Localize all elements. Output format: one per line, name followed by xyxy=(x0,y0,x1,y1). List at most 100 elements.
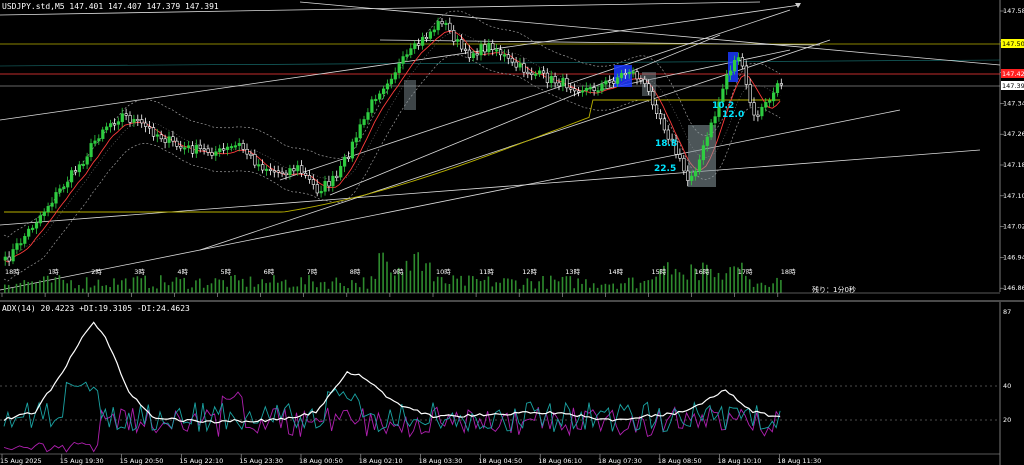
candle-body xyxy=(385,83,390,90)
volume-bar xyxy=(82,288,84,293)
volume-bar xyxy=(4,284,6,293)
candle-body xyxy=(3,256,7,261)
candle-body xyxy=(89,143,93,157)
volume-bar xyxy=(620,283,622,293)
candle-body xyxy=(483,44,487,53)
volume-bar xyxy=(316,287,318,293)
volume-bar xyxy=(429,262,431,293)
candle-body xyxy=(229,146,234,149)
volume-bar xyxy=(780,280,782,293)
volume-bar xyxy=(581,283,583,293)
volume-bar xyxy=(483,279,486,293)
candle-body xyxy=(682,158,686,172)
indicator-axis-label: 20 xyxy=(1003,416,1011,424)
volume-bar xyxy=(440,277,443,293)
candle-body xyxy=(615,77,620,84)
price-axis-label: 147.105 xyxy=(1003,192,1024,200)
indicator-date-label: 15 Aug 19:30 xyxy=(60,457,104,465)
candle-body xyxy=(498,49,503,56)
volume-bar xyxy=(760,282,763,293)
time-axis-label: 2時 xyxy=(91,268,102,276)
volume-bar xyxy=(394,275,396,293)
price-chart-canvas[interactable]: 18.822.510.212.0残り：1分0秒18時 1時 2時 3時 4時 5時 6時 7時… xyxy=(0,0,1024,300)
candle-body xyxy=(432,29,436,33)
indicator-pane[interactable]: 87 40 20 15 Aug 2025 15 Aug 19:30 15 Aug 20:5… xyxy=(0,302,1024,465)
volume-bar xyxy=(54,277,57,293)
volume-bar xyxy=(214,278,217,293)
volume-bar xyxy=(534,288,536,293)
volume-bar xyxy=(472,276,474,293)
volume-bar xyxy=(249,276,252,293)
volume-bar xyxy=(230,275,232,293)
candle-body xyxy=(690,175,694,181)
trend-line xyxy=(0,4,801,121)
candle-body xyxy=(358,124,362,139)
candle-body xyxy=(436,21,440,31)
adx-line xyxy=(3,321,781,424)
volume-bar xyxy=(468,275,470,293)
candle-body xyxy=(428,31,433,39)
pattern-box xyxy=(404,80,416,110)
candle-body xyxy=(397,63,401,73)
volume-bar xyxy=(382,252,384,293)
price-axis-label: 147.265 xyxy=(1003,130,1024,138)
candle-body xyxy=(654,104,659,114)
volume-bar xyxy=(378,253,380,293)
volume-bar xyxy=(43,276,45,293)
candle-body xyxy=(514,61,518,68)
candle-body xyxy=(331,175,335,187)
indicator-date-label: 18 Aug 11:30 xyxy=(777,457,821,465)
candle-body xyxy=(284,172,288,176)
volume-bar xyxy=(421,270,423,293)
volume-bar xyxy=(85,277,88,293)
volume-bar xyxy=(280,281,283,293)
indicator-date-label: 18 Aug 08:50 xyxy=(658,457,702,465)
candle-body xyxy=(487,43,491,53)
volume-bar xyxy=(163,282,166,293)
volume-bar xyxy=(448,283,451,293)
candle-body xyxy=(187,145,191,148)
candle-body xyxy=(604,80,608,85)
volume-bar xyxy=(241,278,244,293)
candle-body xyxy=(471,53,475,59)
volume-bar xyxy=(183,277,185,293)
candle-body xyxy=(116,121,120,125)
candle-body xyxy=(144,122,148,127)
candle-body xyxy=(580,90,585,93)
candle-body xyxy=(456,39,460,42)
time-axis-label: 13時 xyxy=(565,268,580,276)
candle-body xyxy=(518,63,522,68)
price-chart-pane[interactable]: 18.8 22.5 10.2 12.0 残り：1分0秒 18時 1時 2時 3時 4時 5時 6時 7時… xyxy=(0,0,1024,300)
adx-indicator-canvas[interactable]: 87 40 20 15 Aug 2025 15 Aug 19:30 15 Aug 20:5… xyxy=(0,302,1024,465)
volume-bar xyxy=(113,278,115,293)
candle-body xyxy=(736,57,741,61)
time-axis-label: 3時 xyxy=(134,268,145,276)
indicator-date-label: 18 Aug 06:10 xyxy=(538,457,582,465)
candle-body xyxy=(463,48,468,51)
candle-body xyxy=(506,54,511,59)
volume-bar xyxy=(152,286,154,293)
candle-body xyxy=(374,98,378,102)
volume-bar xyxy=(339,282,341,293)
price-highlight-label: 147.505 xyxy=(1002,40,1024,48)
candle-body xyxy=(300,165,304,174)
price-axis-label: 147.025 xyxy=(1003,223,1024,231)
candle-body xyxy=(194,144,199,154)
volume-bar xyxy=(495,282,497,293)
candle-body xyxy=(151,127,156,137)
indicator-axis-label: 87 xyxy=(1003,308,1011,316)
volume-bar xyxy=(550,275,552,293)
volume-bar xyxy=(752,286,755,293)
candle-body xyxy=(335,175,339,178)
candle-body xyxy=(732,59,737,72)
volume-bar xyxy=(323,281,326,293)
price-axis-label: 147.345 xyxy=(1003,99,1024,107)
candle-body xyxy=(233,145,238,148)
volume-bar xyxy=(526,278,529,293)
volume-bar xyxy=(585,279,587,293)
indicator-date-label: 18 Aug 00:50 xyxy=(299,457,343,465)
candle-body xyxy=(85,156,89,165)
candle-body xyxy=(342,156,347,167)
volume-bar xyxy=(511,279,513,293)
candle-body xyxy=(752,102,756,116)
